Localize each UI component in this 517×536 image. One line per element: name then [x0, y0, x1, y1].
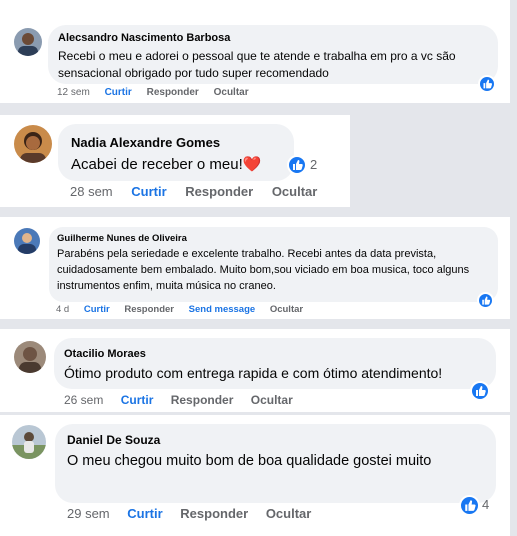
reaction-count[interactable]: 2 — [310, 157, 317, 173]
thumbs-up-icon[interactable] — [470, 381, 490, 401]
comment-timestamp[interactable]: 29 sem — [67, 506, 110, 522]
comment-card: Guilherme Nunes de Oliveira Parabéns pel… — [0, 217, 510, 319]
comment-timestamp[interactable]: 12 sem — [57, 87, 90, 99]
comment-text: O meu chegou muito bom de boa qualidade … — [67, 453, 432, 469]
reply-button[interactable]: Responder — [171, 393, 234, 407]
comment-card: Nadia Alexandre Gomes Acabei de receber … — [0, 115, 350, 207]
commenter-name[interactable]: Nadia Alexandre Gomes — [71, 135, 282, 151]
hide-button[interactable]: Ocultar — [266, 506, 312, 522]
avatar[interactable] — [14, 28, 42, 56]
like-button[interactable]: Curtir — [127, 506, 162, 522]
like-button[interactable]: Curtir — [84, 304, 110, 315]
reply-button[interactable]: Responder — [147, 87, 199, 99]
comment-timestamp[interactable]: 28 sem — [70, 184, 113, 200]
thumbs-up-icon[interactable] — [459, 495, 480, 516]
hide-button[interactable]: Ocultar — [251, 393, 293, 407]
avatar[interactable] — [12, 425, 46, 459]
avatar[interactable] — [14, 341, 46, 373]
hide-button[interactable]: Ocultar — [272, 184, 318, 200]
reply-button[interactable]: Responder — [180, 506, 248, 522]
reply-button[interactable]: Responder — [124, 304, 174, 315]
comment-actions: 28 sem Curtir Responder Ocultar — [70, 184, 317, 200]
comment-bubble: Alecsandro Nascimento Barbosa Recebi o m… — [48, 25, 498, 84]
comment-bubble: Otacilio Moraes Ótimo produto com entreg… — [54, 338, 496, 389]
like-button[interactable]: Curtir — [131, 184, 166, 200]
avatar[interactable] — [14, 228, 40, 254]
comment-text: Recebi o meu e adorei o pessoal que te a… — [58, 49, 456, 80]
comment-card: Daniel De Souza O meu chegou muito bom d… — [0, 415, 510, 536]
reply-button[interactable]: Responder — [185, 184, 253, 200]
comment-actions: 26 sem Curtir Responder Ocultar — [64, 393, 293, 407]
reaction-count[interactable]: 4 — [482, 497, 489, 513]
comment-card: Otacilio Moraes Ótimo produto com entreg… — [0, 329, 510, 412]
thumbs-up-icon[interactable] — [477, 292, 494, 309]
comment-actions: 29 sem Curtir Responder Ocultar — [67, 506, 311, 522]
comment-text: Ótimo produto com entrega rapida e com ó… — [64, 365, 443, 381]
comment-actions: 12 sem Curtir Responder Ocultar — [57, 87, 249, 99]
commenter-name[interactable]: Guilherme Nunes de Oliveira — [57, 233, 490, 245]
thumbs-up-icon[interactable] — [287, 155, 307, 175]
comment-text: Parabéns pela seriedade e excelente trab… — [57, 248, 470, 292]
thumbs-up-icon[interactable] — [478, 75, 496, 93]
comment-bubble: Guilherme Nunes de Oliveira Parabéns pel… — [49, 227, 498, 302]
comment-bubble: Nadia Alexandre Gomes Acabei de receber … — [58, 124, 294, 181]
avatar[interactable] — [14, 125, 52, 163]
comment-bubble: Daniel De Souza O meu chegou muito bom d… — [55, 424, 496, 503]
comment-timestamp[interactable]: 4 d — [56, 304, 69, 315]
commenter-name[interactable]: Daniel De Souza — [67, 433, 484, 448]
send-message-button[interactable]: Send message — [189, 304, 256, 315]
comment-actions: 4 d Curtir Responder Send message Oculta… — [56, 304, 303, 315]
commenter-name[interactable]: Alecsandro Nascimento Barbosa — [58, 32, 488, 45]
commenter-name[interactable]: Otacilio Moraes — [64, 347, 486, 361]
hide-button[interactable]: Ocultar — [214, 87, 249, 99]
hide-button[interactable]: Ocultar — [270, 304, 303, 315]
comment-text: Acabei de receber o meu!❤️ — [71, 156, 262, 173]
heart-emoji: ❤️ — [242, 156, 262, 173]
like-button[interactable]: Curtir — [121, 393, 154, 407]
like-button[interactable]: Curtir — [105, 87, 132, 99]
comment-card: Alecsandro Nascimento Barbosa Recebi o m… — [0, 0, 510, 103]
comment-timestamp[interactable]: 26 sem — [64, 393, 103, 407]
